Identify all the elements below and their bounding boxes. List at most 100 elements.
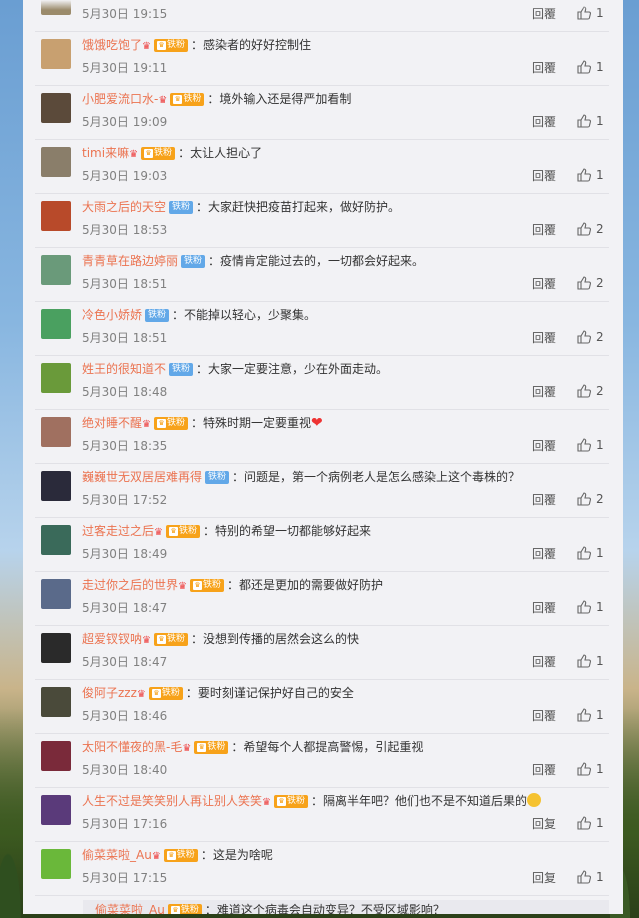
avatar[interactable] (41, 471, 71, 501)
sub-reply: 偷菜菜啦_Au ♛ 铁粉 ：难道这个病毒会自动变异？不受区域影响？ (83, 900, 609, 914)
comment-item: 小肥爱流口水-♛ ♛ 铁粉 ：境外输入还是得严加看制 5月30日 19:09 回覆 1 (35, 86, 609, 140)
like-button[interactable]: 1 (577, 544, 604, 562)
avatar[interactable] (41, 525, 71, 555)
avatar[interactable] (41, 687, 71, 717)
timestamp: 5月30日 18:47 (82, 601, 168, 615)
like-count: 1 (596, 546, 604, 560)
fan-badge: ♛ 铁粉 (189, 579, 224, 592)
comment-text: 希望每个人都提高警惕，引起重视 (243, 740, 424, 754)
like-count: 1 (596, 438, 604, 452)
comment-item: 超爱钗钗呐♛ ♛ 铁粉 ：没想到传播的居然会这么的快 5月30日 18:47 回覆 1 (35, 626, 609, 680)
comment-body: 青青草在路边婷丽 铁粉 ：疫情肯定能过去的，一切都会好起来。 (82, 254, 425, 268)
comment-item: 饿饿吃饱了♛ ♛ 铁粉 ：感染者的好好控制住 5月30日 19:11 回覆 1 (35, 32, 609, 86)
comment-body: 绝对睡不醒♛ ♛ 铁粉 ：特殊时期一定要重视❤ (82, 415, 323, 431)
reply-button[interactable]: 回复 (532, 869, 556, 887)
like-button[interactable]: 2 (577, 382, 604, 400)
comment-body: 姓王的很知道不 铁粉 ：大家一定要注意，少在外面走动。 (82, 362, 389, 376)
fan-badge: ♛ 铁粉 (170, 93, 205, 106)
avatar[interactable] (41, 147, 71, 177)
like-button[interactable]: 2 (577, 490, 604, 508)
like-button[interactable]: 1 (577, 598, 604, 616)
timestamp: 5月30日 17:16 (82, 817, 168, 831)
sub-reply-username[interactable]: 偷菜菜啦_Au (95, 903, 165, 914)
avatar[interactable] (41, 201, 71, 231)
fan-badge: 铁粉 (181, 255, 206, 268)
username[interactable]: 巍巍世无双居居难再得 (82, 470, 202, 484)
username[interactable]: 人生不过是笑笑别人再让别人笑笑 (82, 794, 262, 808)
timestamp: 5月30日 19:03 (82, 169, 168, 183)
timestamp: 5月30日 18:35 (82, 439, 168, 453)
avatar[interactable] (41, 633, 71, 663)
avatar[interactable] (41, 93, 71, 123)
thumbs-up-icon (577, 438, 591, 452)
like-count: 1 (596, 168, 604, 182)
reply-button[interactable]: 回覆 (532, 383, 556, 401)
username[interactable]: 冷色小娇娇 (82, 308, 142, 322)
username[interactable]: 过客走过之后 (82, 524, 154, 538)
username[interactable]: 饿饿吃饱了 (82, 38, 142, 52)
like-count: 2 (596, 222, 604, 236)
crown-icon: ♛ (142, 635, 151, 646)
username[interactable]: 走过你之后的世界 (82, 578, 178, 592)
username[interactable]: 小肥爱流口水- (82, 92, 158, 106)
like-button[interactable]: 1 (577, 652, 604, 670)
username[interactable]: 俊阿子zzz (82, 686, 137, 700)
avatar[interactable] (41, 579, 71, 609)
reply-button[interactable]: 回覆 (532, 167, 556, 185)
thumbs-up-icon (577, 654, 591, 668)
like-count: 1 (596, 600, 604, 614)
reply-button[interactable]: 回复 (532, 815, 556, 833)
thumbs-up-icon (577, 492, 591, 506)
comment-text: 这是为啥呢 (212, 848, 273, 862)
username[interactable]: 太阳不懂夜的黑-毛 (82, 740, 182, 754)
username[interactable]: 偷菜菜啦_Au (82, 848, 152, 862)
reply-button[interactable]: 回覆 (532, 761, 556, 779)
like-button[interactable]: 1 (577, 166, 604, 184)
reply-button[interactable]: 回覆 (532, 275, 556, 293)
reply-button[interactable]: 回覆 (532, 653, 556, 671)
thumbs-up-icon (577, 222, 591, 236)
like-button[interactable]: 1 (577, 760, 604, 778)
username[interactable]: 姓王的很知道不 (82, 362, 166, 376)
reply-button[interactable]: 回覆 (532, 437, 556, 455)
avatar[interactable] (41, 795, 71, 825)
comment-text: 感染者的好好控制住 (203, 38, 312, 52)
comment-body: 偷菜菜啦_Au♛ ♛ 铁粉 ：这是为啥呢 (82, 848, 273, 862)
username[interactable]: 大雨之后的天空 (82, 200, 166, 214)
like-button[interactable]: 1 (577, 58, 604, 76)
like-button[interactable]: 1 (577, 706, 604, 724)
crown-icon: ♛ (262, 797, 271, 808)
username[interactable]: 绝对睡不醒 (82, 416, 142, 430)
avatar[interactable] (41, 849, 71, 879)
avatar[interactable] (41, 255, 71, 285)
reply-button[interactable]: 回覆 (532, 113, 556, 131)
avatar[interactable] (41, 39, 71, 69)
like-button[interactable]: 1 (577, 868, 604, 886)
like-count: 2 (596, 384, 604, 398)
like-button[interactable]: 2 (577, 220, 604, 238)
avatar[interactable] (41, 309, 71, 339)
reply-button[interactable]: 回覆 (532, 545, 556, 563)
reply-button[interactable]: 回覆 (532, 599, 556, 617)
like-button[interactable]: 2 (577, 274, 604, 292)
like-button[interactable]: 1 (577, 814, 604, 832)
reply-button[interactable]: 回覆 (532, 707, 556, 725)
comment-item: 大雨之后的天空 铁粉 ：大家赶快把疫苗打起来，做好防护。 5月30日 18:53 回覆 2 (35, 194, 609, 248)
like-button[interactable]: 1 (577, 436, 604, 454)
fan-badge: ♛ 铁粉 (141, 147, 176, 160)
like-button[interactable]: 1 (577, 112, 604, 130)
username[interactable]: timi来嘛 (82, 146, 129, 160)
reply-button[interactable]: 回覆 (532, 491, 556, 509)
username[interactable]: 超爱钗钗呐 (82, 632, 142, 646)
like-button[interactable]: 2 (577, 328, 604, 346)
fan-badge: ♛ 铁粉 (167, 904, 202, 914)
reply-button[interactable]: 回覆 (532, 59, 556, 77)
avatar[interactable] (41, 741, 71, 771)
avatar[interactable] (41, 417, 71, 447)
reply-button[interactable]: 回覆 (532, 221, 556, 239)
reply-button[interactable]: 回覆 (532, 329, 556, 347)
face-emoji (527, 793, 542, 807)
avatar[interactable] (41, 363, 71, 393)
username[interactable]: 青青草在路边婷丽 (82, 254, 178, 268)
thumbs-up-icon (577, 168, 591, 182)
